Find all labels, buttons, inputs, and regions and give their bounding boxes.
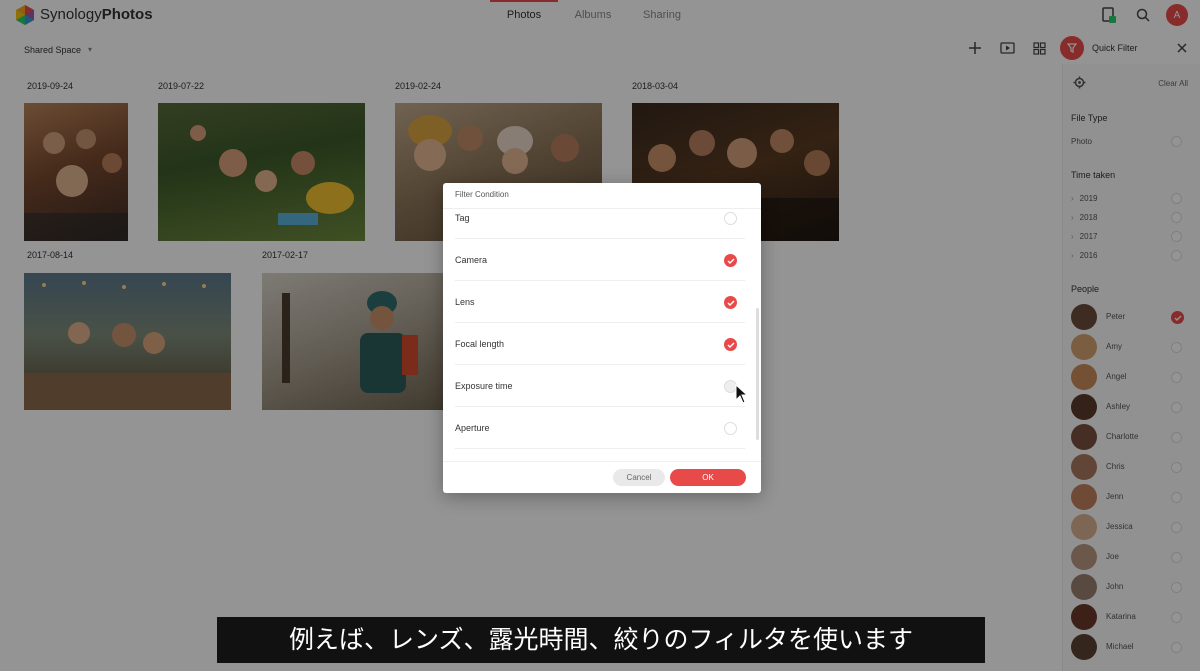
- condition-row-aperture[interactable]: Aperture: [455, 407, 745, 449]
- condition-row-lens[interactable]: Lens: [455, 281, 745, 323]
- filter-condition-dialog: Filter Condition Tag Camera Lens Focal l…: [443, 183, 761, 493]
- dialog-title: Filter Condition: [455, 190, 509, 199]
- divider: [443, 461, 761, 462]
- condition-label: Exposure time: [455, 381, 513, 391]
- condition-label: Tag: [455, 213, 470, 223]
- mouse-cursor-icon: [735, 384, 749, 404]
- filter-condition-list[interactable]: Tag Camera Lens Focal length Exposure ti…: [443, 209, 761, 461]
- checkmark-icon: [727, 342, 734, 348]
- condition-checkbox[interactable]: [724, 422, 737, 435]
- cancel-button[interactable]: Cancel: [613, 469, 665, 486]
- condition-row-exposure-time[interactable]: Exposure time: [455, 365, 745, 407]
- condition-checkbox[interactable]: [724, 212, 737, 225]
- condition-checkbox-checked[interactable]: [724, 254, 737, 267]
- condition-row-focal-length[interactable]: Focal length: [455, 323, 745, 365]
- condition-label: Lens: [455, 297, 475, 307]
- checkmark-icon: [727, 300, 734, 306]
- condition-label: Aperture: [455, 423, 490, 433]
- condition-checkbox-checked[interactable]: [724, 338, 737, 351]
- condition-label: Focal length: [455, 339, 505, 349]
- ok-button[interactable]: OK: [670, 469, 746, 486]
- condition-row-camera[interactable]: Camera: [455, 239, 745, 281]
- checkmark-icon: [727, 258, 734, 264]
- condition-label: Camera: [455, 255, 488, 265]
- condition-row-tag[interactable]: Tag: [455, 209, 745, 239]
- video-subtitle: 例えば、レンズ、露光時間、絞りのフィルタを使います: [217, 617, 985, 663]
- condition-checkbox-checked[interactable]: [724, 296, 737, 309]
- dialog-scrollbar[interactable]: [756, 308, 759, 440]
